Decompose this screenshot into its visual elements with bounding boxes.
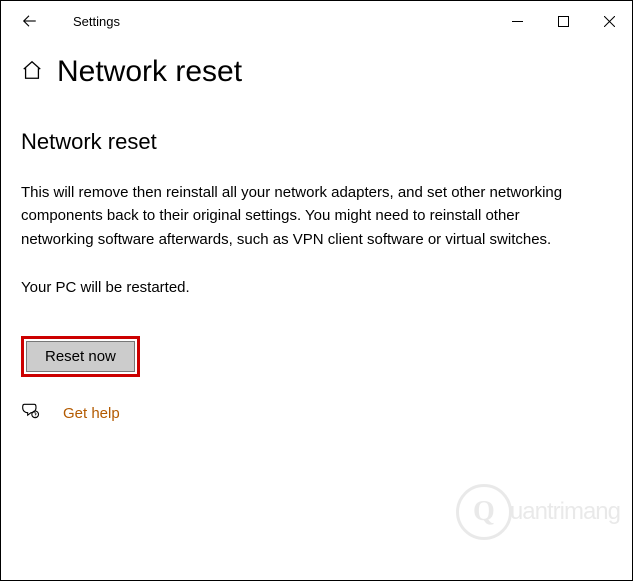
minimize-button[interactable] bbox=[494, 1, 540, 41]
close-icon bbox=[604, 16, 615, 27]
page-header: Network reset bbox=[1, 41, 632, 99]
watermark-logo-icon: Q bbox=[456, 484, 512, 540]
page-title: Network reset bbox=[57, 55, 242, 89]
minimize-icon bbox=[512, 16, 523, 27]
maximize-icon bbox=[558, 16, 569, 27]
titlebar: Settings bbox=[1, 1, 632, 41]
home-icon bbox=[21, 59, 43, 81]
back-button[interactable] bbox=[9, 1, 49, 41]
maximize-button[interactable] bbox=[540, 1, 586, 41]
close-button[interactable] bbox=[586, 1, 632, 41]
help-row: Get help bbox=[21, 397, 612, 426]
reset-button-highlight: Reset now bbox=[21, 336, 140, 377]
watermark: Quantrimang bbox=[456, 484, 620, 540]
description-text: This will remove then reinstall all your… bbox=[21, 181, 581, 251]
reset-now-button[interactable]: Reset now bbox=[26, 341, 135, 372]
section-title: Network reset bbox=[21, 129, 612, 155]
home-button[interactable] bbox=[21, 59, 43, 86]
content: Network reset This will remove then rein… bbox=[1, 99, 632, 426]
arrow-left-icon bbox=[20, 12, 38, 30]
watermark-text: uantrimang bbox=[510, 498, 620, 526]
get-help-icon-wrap bbox=[21, 401, 41, 426]
chat-help-icon bbox=[21, 401, 41, 421]
window-controls bbox=[494, 1, 632, 41]
restart-notice: Your PC will be restarted. bbox=[21, 279, 612, 296]
app-title: Settings bbox=[49, 14, 120, 29]
get-help-link[interactable]: Get help bbox=[63, 405, 120, 422]
